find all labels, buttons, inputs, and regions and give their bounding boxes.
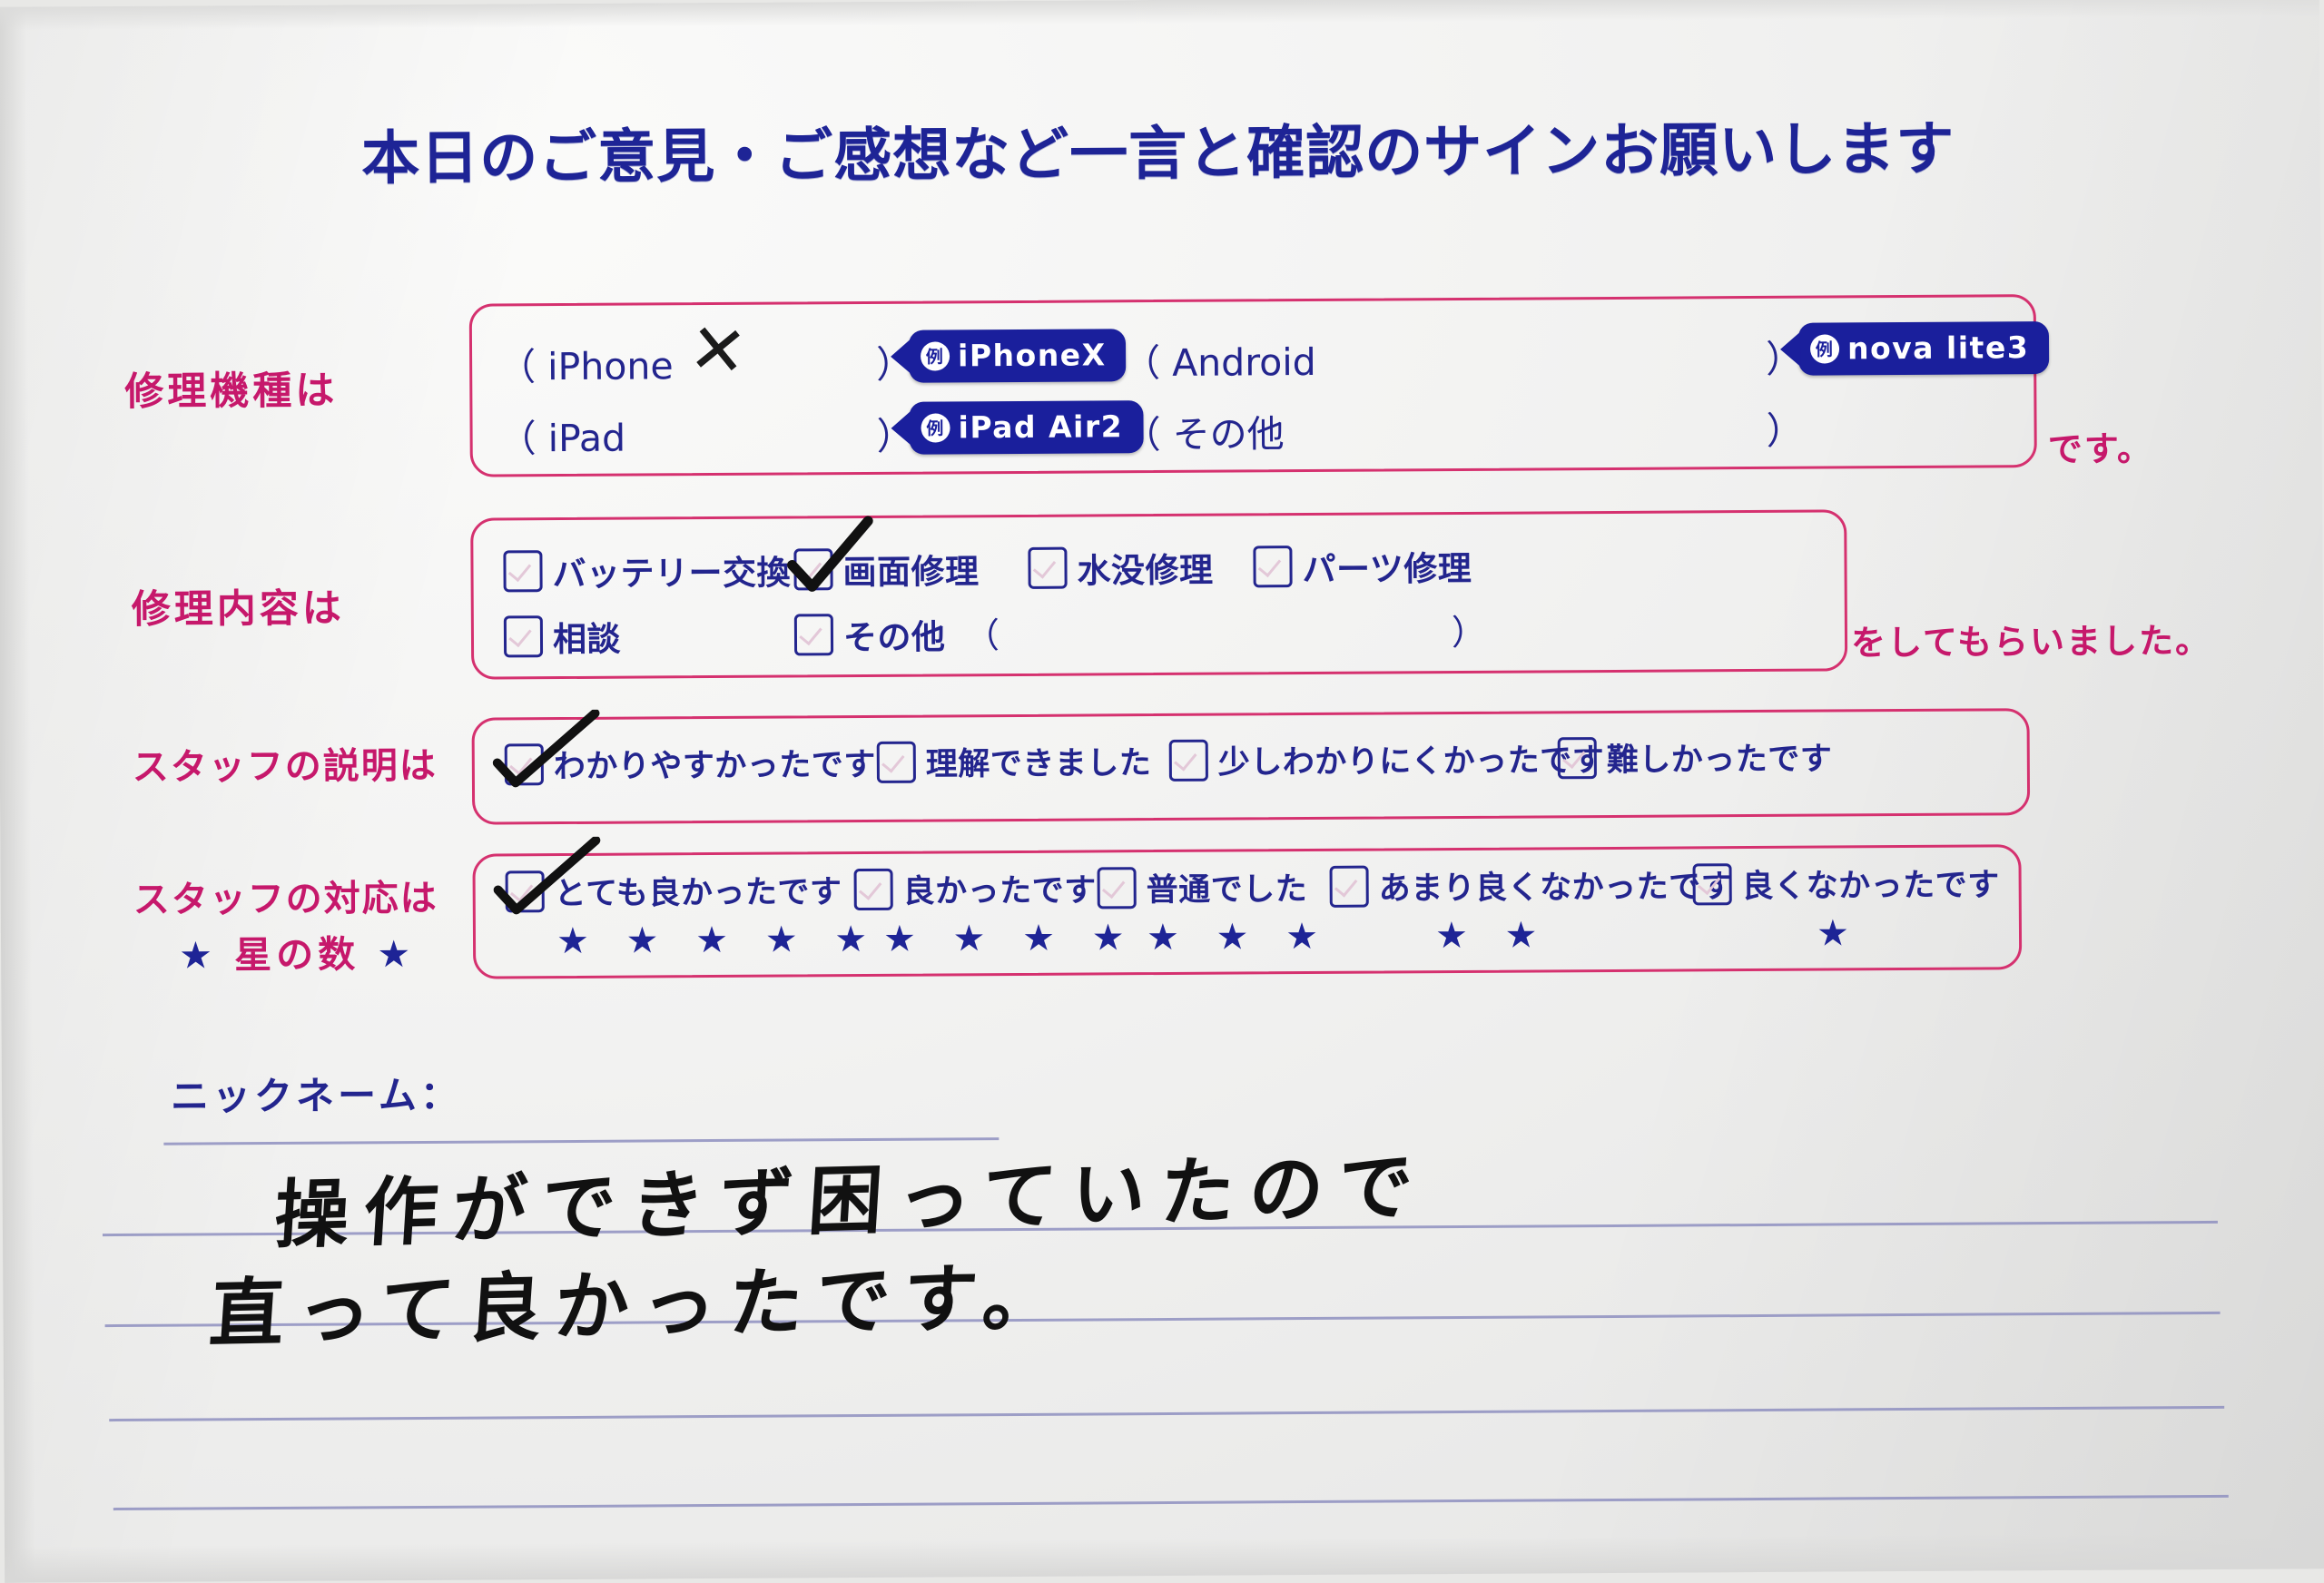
comment-handwriting-line-2: 直って良かったです。	[206, 1253, 1073, 1359]
response-option-very-good[interactable]: とても良かったです	[505, 866, 842, 914]
repair-option-consult[interactable]: 相談	[503, 612, 622, 662]
paper-edge-shadow-left	[0, 6, 36, 1583]
response-option-bad[interactable]: 良くなかったです	[1692, 859, 2000, 907]
response-stars-normal: ★ ★ ★	[1146, 915, 1332, 959]
page-title: 本日のご意見・ご感想など一言と確認のサインお願いします	[361, 115, 1955, 193]
explanation-option-difficult-label: 難しかったです	[1606, 741, 1833, 780]
repair-option-water-label: 水没修理	[1077, 550, 1214, 591]
sticker-iphonex-text: iPhoneX	[957, 337, 1107, 374]
repair-other-close-paren: ）	[1451, 612, 1487, 654]
checkbox-icon[interactable]	[876, 741, 916, 783]
repair-option-water[interactable]: 水没修理	[1028, 543, 1214, 593]
sticker-nova-lite3: 例 nova lite3	[1779, 321, 2050, 376]
response-option-normal-label: 普通でした	[1146, 871, 1308, 909]
example-badge-icon: 例	[1809, 333, 1840, 364]
sticker-arrow-icon	[1779, 331, 1801, 367]
device-option-other-open[interactable]: （ その他	[1123, 403, 1284, 458]
explanation-section-label: スタッフの説明は	[132, 744, 438, 789]
checkbox-icon[interactable]	[1028, 546, 1068, 589]
repair-option-battery-label: バッテリー交換	[552, 553, 792, 595]
checkbox-icon[interactable]	[1168, 739, 1208, 782]
checkbox-icon[interactable]	[1329, 865, 1369, 908]
checkbox-icon[interactable]	[1557, 736, 1597, 779]
response-section-label: スタッフの対応は	[133, 877, 438, 921]
response-option-good-label: 良かったです	[902, 872, 1097, 910]
device-option-other-close: ）	[1766, 408, 1804, 453]
comment-line-4[interactable]	[113, 1494, 2229, 1511]
device-section-tail: です。	[2047, 428, 2154, 470]
checkbox-icon[interactable]	[1253, 546, 1293, 588]
checkbox-icon[interactable]	[505, 870, 545, 912]
example-badge-icon: 例	[920, 340, 950, 371]
response-option-good[interactable]: 良かったです	[853, 864, 1097, 912]
repair-option-parts-label: パーツ修理	[1302, 548, 1472, 590]
response-option-very-good-label: とても良かったです	[554, 874, 842, 913]
star-count-label-text: 星の数	[234, 932, 360, 978]
response-option-bad-label: 良くなかったです	[1741, 867, 2000, 906]
star-icon-left: ★	[178, 933, 218, 978]
response-option-not-very-good-label: あまり良くなかったです	[1378, 869, 1734, 908]
checkbox-icon[interactable]	[503, 550, 543, 593]
sticker-ipad-air2-text: iPad Air2	[958, 408, 1124, 446]
device-option-ipad-open[interactable]: （ iPad	[498, 408, 625, 463]
explanation-option-understood-label: 理解できました	[925, 745, 1152, 783]
sticker-nova-lite3-text: nova lite3	[1846, 329, 2030, 367]
response-stars-very-good: ★ ★ ★ ★ ★	[556, 918, 881, 963]
example-badge-icon: 例	[921, 412, 950, 443]
sticker-arrow-icon	[890, 339, 911, 374]
device-iphone-mark: ✕	[684, 307, 752, 393]
response-stars-good: ★ ★ ★ ★	[882, 917, 1137, 960]
explanation-option-somewhat-hard[interactable]: 少しわかりにくかったです	[1168, 734, 1605, 783]
checkbox-icon[interactable]	[793, 614, 834, 656]
repair-option-battery[interactable]: バッテリー交換	[503, 545, 791, 595]
sticker-arrow-icon	[891, 410, 911, 446]
device-option-iphone-open[interactable]: （ iPhone	[498, 335, 674, 390]
device-option-android-open[interactable]: （ Android	[1123, 331, 1316, 387]
explanation-option-somewhat-hard-label: 少しわかりにくかったです	[1217, 742, 1605, 782]
explanation-option-easy[interactable]: わかりやすかったです	[504, 739, 876, 787]
repair-section-label: 修理内容は	[131, 585, 345, 633]
checkbox-icon[interactable]	[503, 615, 544, 658]
response-option-normal[interactable]: 普通でした	[1097, 863, 1308, 910]
device-section-label: 修理機種は	[124, 368, 339, 415]
checkbox-icon[interactable]	[504, 742, 544, 785]
repair-option-consult-label: 相談	[552, 619, 622, 660]
response-option-not-very-good[interactable]: あまり良くなかったです	[1329, 860, 1734, 909]
repair-option-screen[interactable]: 画面修理	[793, 544, 980, 594]
checkbox-icon[interactable]	[853, 868, 893, 910]
checkbox-icon[interactable]	[793, 548, 833, 591]
paper-edge-shadow-bottom	[5, 1532, 2324, 1583]
nickname-label: ニックネーム：	[170, 1072, 462, 1119]
explanation-option-difficult[interactable]: 難しかったです	[1557, 733, 1833, 781]
star-icon-right: ★	[377, 932, 416, 977]
response-stars-not-very-good: ★ ★	[1434, 914, 1551, 958]
explanation-option-easy-label: わかりやすかったです	[553, 746, 876, 786]
repair-other-open-paren: （	[964, 615, 1000, 656]
comment-line-3[interactable]	[109, 1405, 2225, 1422]
repair-option-other-label: その他	[842, 617, 946, 658]
repair-option-other[interactable]: その他	[793, 609, 946, 659]
explanation-option-understood[interactable]: 理解できました	[876, 737, 1152, 785]
repair-option-parts[interactable]: パーツ修理	[1253, 541, 1472, 591]
feedback-form-paper: 本日のご意見・ご感想など一言と確認のサインお願いします 修理機種は （ iPho…	[0, 0, 2324, 1583]
star-count-label: ★ 星の数 ★	[179, 923, 415, 979]
paper-edge-shadow-top	[0, 0, 2319, 31]
sticker-ipad-air2: 例 iPad Air2	[891, 400, 1144, 455]
checkbox-icon[interactable]	[1097, 866, 1137, 909]
repair-section-tail: をしてもらいました。	[1850, 620, 2212, 664]
checkbox-icon[interactable]	[1692, 862, 1732, 905]
repair-option-screen-label: 画面修理	[842, 552, 980, 593]
response-stars-bad: ★	[1816, 912, 1862, 955]
sticker-iphonex: 例 iPhoneX	[890, 329, 1127, 383]
